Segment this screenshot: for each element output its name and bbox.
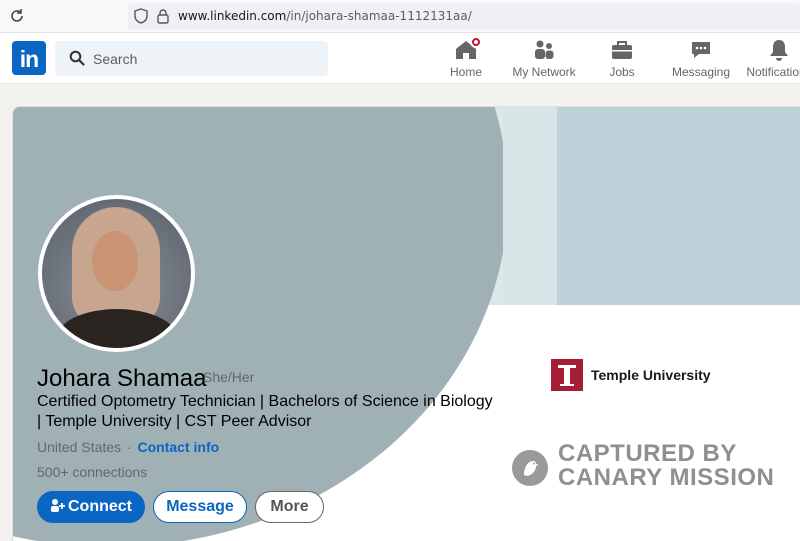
watermark-line-2: CANARY MISSION — [558, 464, 775, 491]
profile-pronouns: She/Her — [203, 369, 255, 385]
shield-icon[interactable] — [134, 8, 148, 24]
briefcase-icon — [610, 38, 634, 62]
location-separator: · — [126, 439, 132, 455]
canary-bird-icon — [512, 450, 548, 486]
profile-photo[interactable] — [38, 195, 195, 352]
url-host: www.linkedin.com — [178, 9, 287, 23]
nav-item-my-network[interactable]: My Network — [506, 38, 582, 80]
nav-item-jobs[interactable]: Jobs — [584, 38, 660, 80]
nav-label-notifications: Notifications — [746, 65, 800, 79]
nav-item-home[interactable]: Home — [428, 36, 504, 80]
nav-label-home: Home — [449, 65, 482, 79]
message-button[interactable]: Message — [153, 491, 247, 523]
network-icon — [532, 38, 556, 62]
search-input[interactable]: Search — [55, 41, 328, 76]
more-button[interactable]: More — [255, 491, 324, 523]
search-placeholder: Search — [93, 51, 138, 67]
url-path: /in/johara-shamaa-1112131aa/ — [286, 9, 472, 23]
connect-button-label: Connect — [68, 498, 132, 515]
nav-label-messaging: Messaging — [671, 65, 731, 79]
add-person-icon — [51, 499, 65, 512]
profile-headline: Certified Optometry Technician | Bachelo… — [37, 393, 493, 430]
connections-count: 500+ connections — [37, 464, 148, 480]
chat-icon — [689, 38, 713, 62]
lock-icon[interactable] — [156, 8, 170, 24]
nav-item-notifications[interactable]: Notifications — [741, 38, 800, 80]
url-text[interactable]: www.linkedin.com/in/johara-shamaa-111213… — [178, 9, 472, 23]
contact-info-link[interactable]: Contact info — [138, 439, 220, 455]
nav-item-messaging[interactable]: Messaging — [663, 38, 739, 80]
watermark-text: CAPTURED BY CANARY MISSION — [558, 442, 774, 490]
nav-label-jobs: Jobs — [609, 65, 635, 79]
profile-location: United States — [37, 439, 122, 455]
notification-badge — [470, 36, 482, 48]
connect-button[interactable]: Connect — [37, 491, 145, 523]
temple-university-logo — [551, 359, 583, 391]
home-icon — [454, 36, 482, 62]
browser-toolbar: www.linkedin.com/in/johara-shamaa-111213… — [0, 0, 800, 33]
education-name: Temple University — [591, 367, 711, 383]
profile-name: Johara Shamaa — [37, 365, 207, 392]
linkedin-navbar: in Search Home My Network Jobs Messaging — [0, 33, 800, 84]
linkedin-logo[interactable]: in — [12, 41, 46, 75]
reload-icon[interactable] — [8, 7, 26, 25]
profile-location-row: United States · Contact info — [37, 439, 219, 455]
bell-icon — [767, 38, 791, 62]
watermark-line-1: CAPTURED BY — [558, 440, 737, 467]
search-icon — [69, 50, 85, 66]
nav-label-my-network: My Network — [512, 65, 576, 79]
